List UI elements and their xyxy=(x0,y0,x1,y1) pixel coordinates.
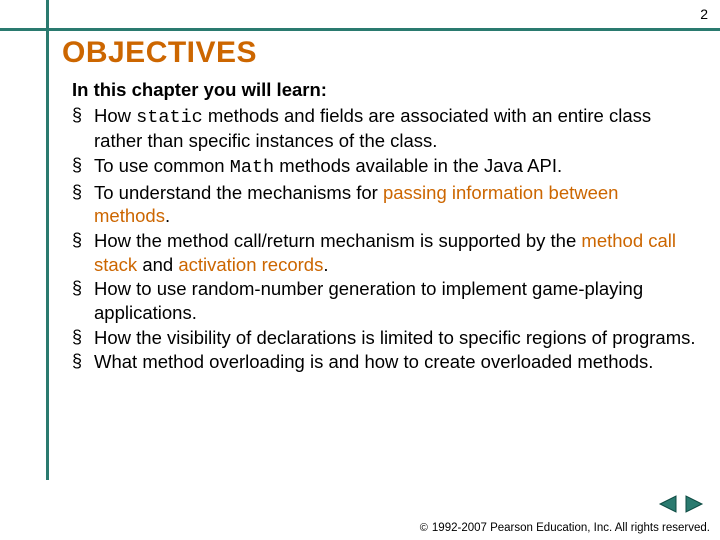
text: and xyxy=(137,254,178,275)
text: How xyxy=(94,105,136,126)
list-item: To use common Math methods available in … xyxy=(72,154,696,180)
text: What method overloading is and how to cr… xyxy=(94,351,653,372)
code-text: Math xyxy=(230,157,274,178)
text: methods available in the Java API. xyxy=(274,155,562,176)
highlight-text: activation records xyxy=(178,254,323,275)
nav-controls xyxy=(656,494,706,514)
copyright-text: 1992-2007 Pearson Education, Inc. All ri… xyxy=(432,522,710,534)
code-text: static xyxy=(136,107,203,128)
text: . xyxy=(323,254,328,275)
vertical-rule xyxy=(46,0,49,480)
text: . xyxy=(165,205,170,226)
page-number: 2 xyxy=(700,6,708,22)
text: To understand the mechanisms for xyxy=(94,182,383,203)
content-area: In this chapter you will learn: How stat… xyxy=(72,78,696,375)
text: How the method call/return mechanism is … xyxy=(94,230,581,251)
list-item: How to use random-number generation to i… xyxy=(72,277,696,324)
next-button[interactable] xyxy=(684,494,706,514)
objectives-list: How static methods and fields are associ… xyxy=(72,104,696,374)
prev-button[interactable] xyxy=(656,494,678,514)
horizontal-rule xyxy=(0,28,720,31)
list-item: What method overloading is and how to cr… xyxy=(72,350,696,374)
intro-line: In this chapter you will learn: xyxy=(72,78,696,102)
footer: © 1992-2007 Pearson Education, Inc. All … xyxy=(420,522,710,534)
triangle-right-icon xyxy=(684,494,706,514)
list-item: To understand the mechanisms for passing… xyxy=(72,181,696,228)
list-item: How the visibility of declarations is li… xyxy=(72,326,696,350)
page-title: OBJECTIVES xyxy=(62,36,257,70)
text: To use common xyxy=(94,155,230,176)
list-item: How static methods and fields are associ… xyxy=(72,104,696,153)
list-item: How the method call/return mechanism is … xyxy=(72,229,696,276)
triangle-left-icon xyxy=(656,494,678,514)
text: How to use random-number generation to i… xyxy=(94,278,643,323)
copyright-icon: © xyxy=(420,522,428,534)
text: How the visibility of declarations is li… xyxy=(94,327,696,348)
